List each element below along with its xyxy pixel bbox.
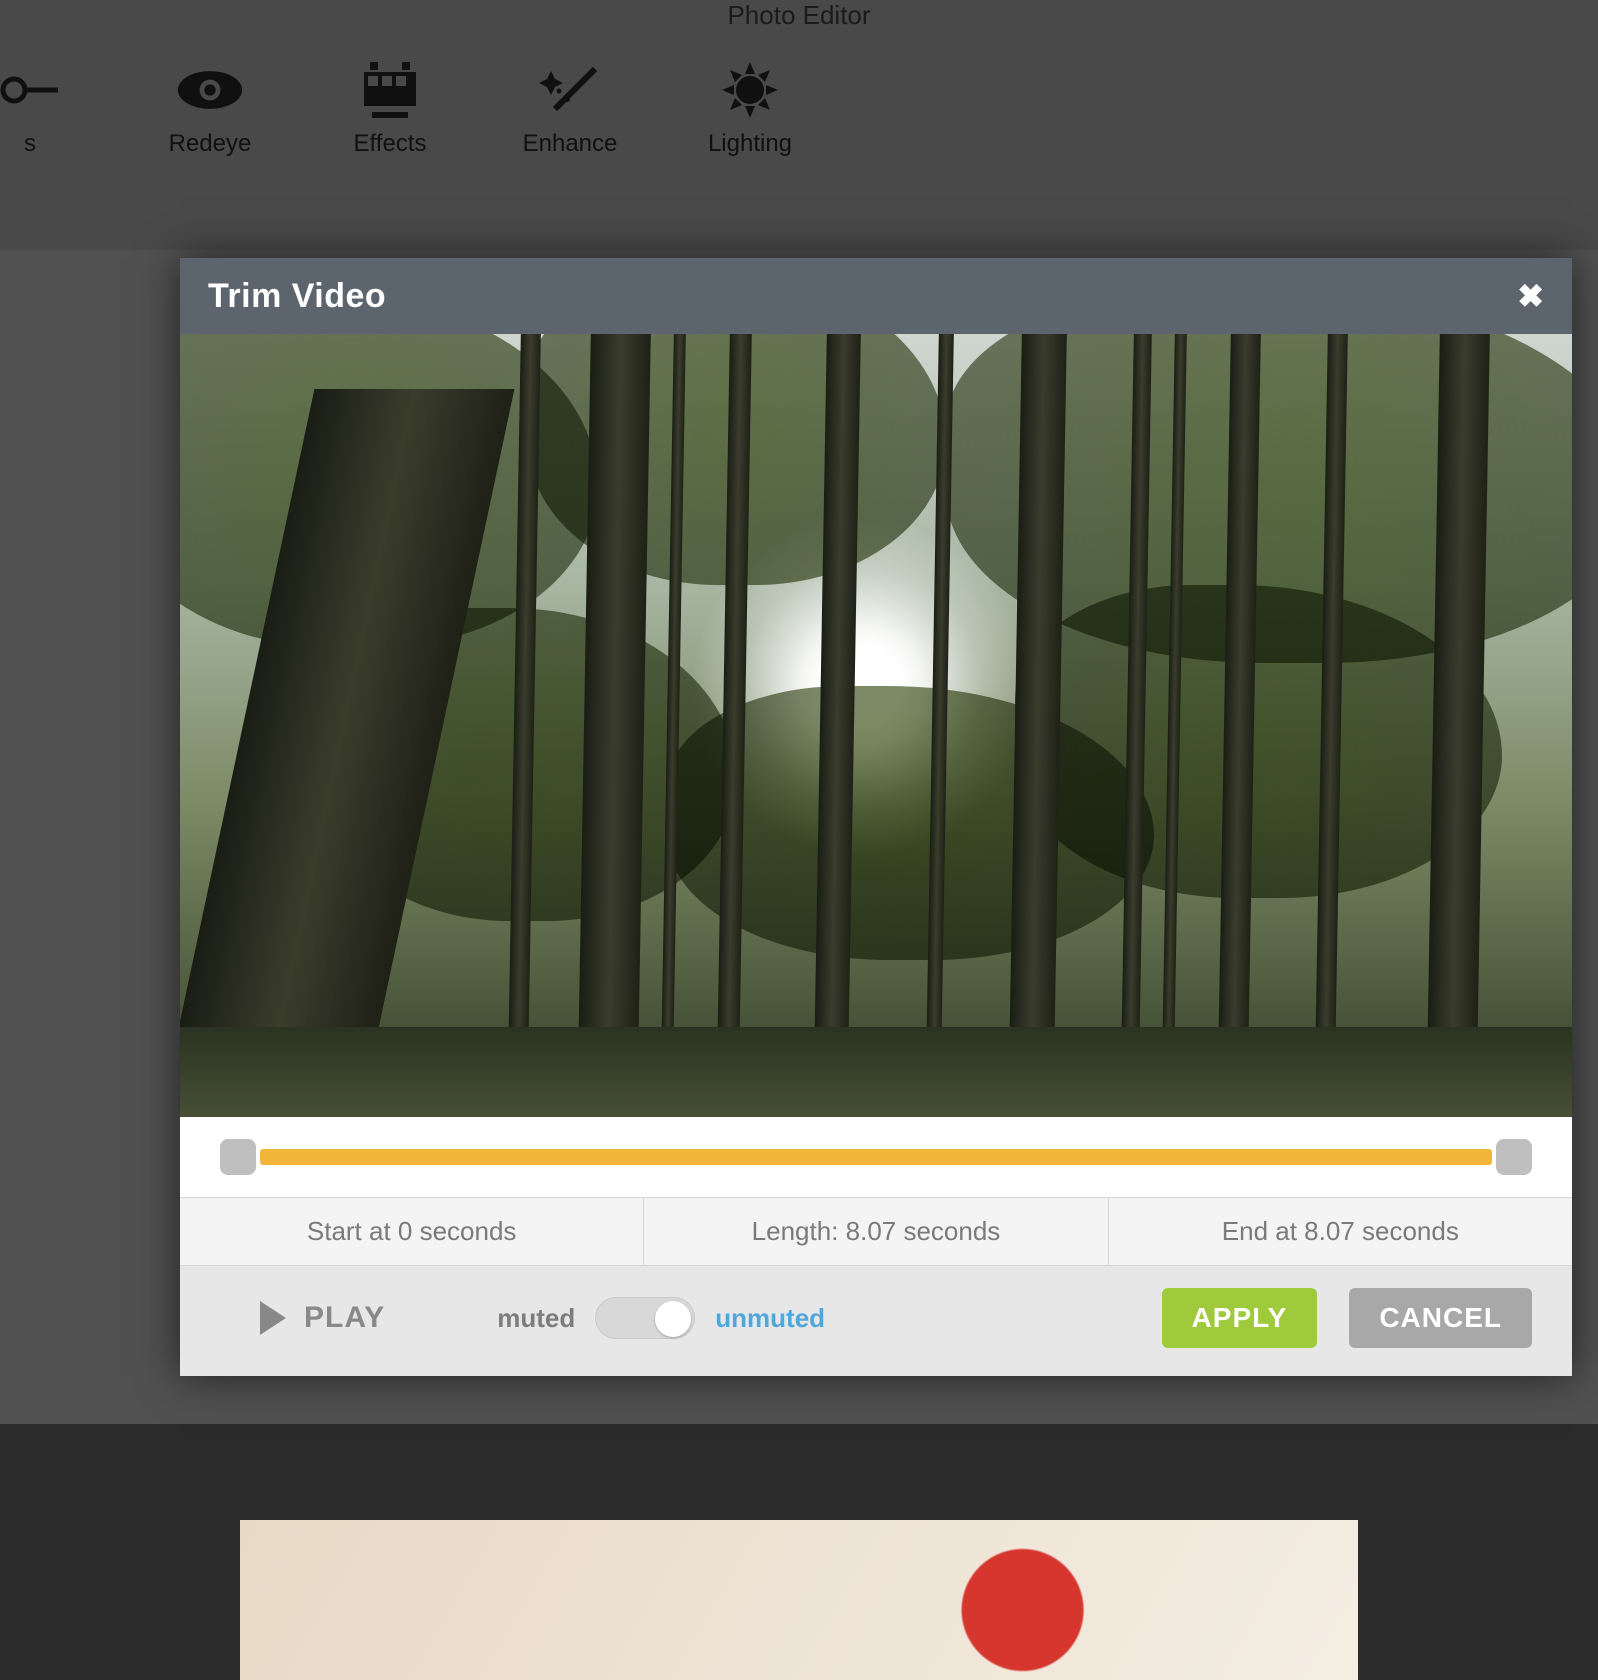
- play-icon: [260, 1301, 286, 1335]
- play-button[interactable]: PLAY: [260, 1301, 385, 1335]
- play-label: PLAY: [304, 1301, 385, 1335]
- trim-track[interactable]: [260, 1149, 1492, 1165]
- toggle-knob: [655, 1301, 691, 1337]
- modal-header: Trim Video ✖: [180, 258, 1572, 334]
- video-preview[interactable]: [180, 334, 1572, 1117]
- cancel-button[interactable]: CANCEL: [1349, 1288, 1532, 1348]
- trim-end-label: End at 8.07 seconds: [1109, 1198, 1572, 1265]
- close-icon[interactable]: ✖: [1517, 277, 1544, 315]
- mute-toggle[interactable]: [595, 1297, 695, 1339]
- trim-end-handle[interactable]: [1496, 1139, 1532, 1175]
- muted-label: muted: [497, 1303, 575, 1334]
- modal-footer: PLAY muted unmuted APPLY CANCEL: [180, 1266, 1572, 1376]
- trim-slider: [180, 1117, 1572, 1197]
- canvas-preview: [240, 1520, 1358, 1680]
- trim-length-label: Length: 8.07 seconds: [644, 1198, 1108, 1265]
- mute-toggle-group: muted unmuted: [497, 1297, 825, 1339]
- trim-start-label: Start at 0 seconds: [180, 1198, 644, 1265]
- modal-title: Trim Video: [208, 277, 386, 316]
- trim-info-row: Start at 0 seconds Length: 8.07 seconds …: [180, 1197, 1572, 1266]
- trim-video-modal: Trim Video ✖ Start at 0 seconds Length: …: [180, 258, 1572, 1376]
- trim-start-handle[interactable]: [220, 1139, 256, 1175]
- apply-button[interactable]: APPLY: [1162, 1288, 1318, 1348]
- unmuted-label: unmuted: [715, 1303, 825, 1334]
